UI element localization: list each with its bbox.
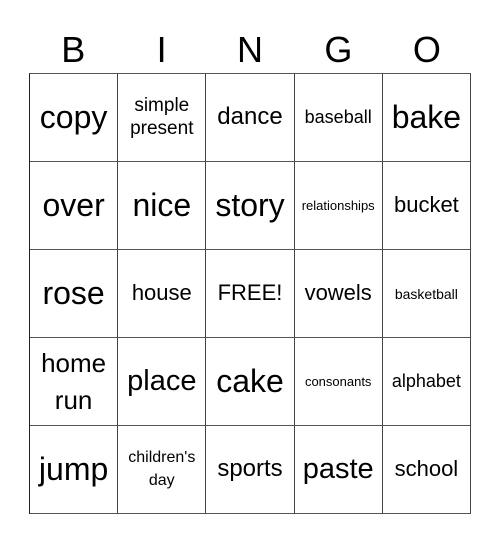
bingo-cell[interactable]: jump [30, 426, 119, 514]
bingo-cell[interactable]: copy [30, 74, 119, 162]
bingo-cell[interactable]: school [382, 426, 471, 514]
bingo-cell[interactable]: simple present [118, 74, 207, 162]
bingo-cell[interactable]: consonants [294, 338, 383, 426]
bingo-cell[interactable]: relationships [294, 162, 383, 250]
bingo-cell[interactable]: rose [30, 250, 119, 338]
header-letter-o: O [412, 29, 441, 70]
bingo-cell[interactable]: story [206, 162, 295, 250]
bingo-cell[interactable]: bake [382, 74, 471, 162]
header-letter-g: G [324, 29, 353, 70]
bingo-cell[interactable]: house [118, 250, 207, 338]
header-letter-n: N [237, 29, 264, 70]
bingo-cell[interactable]: baseball [294, 74, 383, 162]
bingo-cell[interactable]: sports [206, 426, 295, 514]
bingo-cell[interactable]: children's day [118, 426, 207, 514]
bingo-cell[interactable]: paste [294, 426, 383, 514]
header-letter-b: B [61, 29, 86, 70]
free-space[interactable]: FREE! [206, 250, 295, 338]
bingo-header: B I N G O [29, 28, 471, 72]
bingo-grid: copy simple present dance baseball bake … [29, 73, 471, 514]
bingo-cell[interactable]: over [30, 162, 119, 250]
bingo-cell[interactable]: home run [30, 338, 119, 426]
bingo-cell[interactable]: place [118, 338, 207, 426]
header-letter-i: I [156, 29, 167, 70]
bingo-cell[interactable]: dance [206, 74, 295, 162]
bingo-cell[interactable]: alphabet [382, 338, 471, 426]
bingo-cell[interactable]: basketball [382, 250, 471, 338]
bingo-cell[interactable]: nice [118, 162, 207, 250]
bingo-cell[interactable]: vowels [294, 250, 383, 338]
bingo-cell[interactable]: bucket [382, 162, 471, 250]
bingo-cell[interactable]: cake [206, 338, 295, 426]
